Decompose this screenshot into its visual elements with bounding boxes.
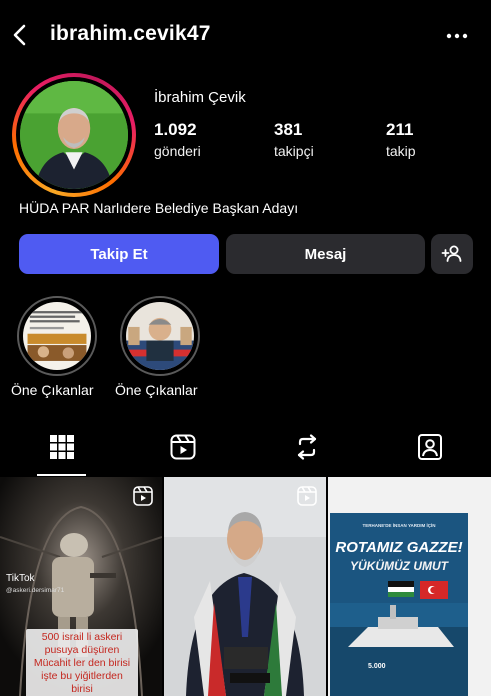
highlight-2[interactable]: Öne Çıkanlar: [115, 296, 200, 398]
highlight-1[interactable]: Öne Çıkanlar: [11, 296, 97, 398]
profile-avatar-story-ring[interactable]: [12, 73, 136, 197]
stat-followers[interactable]: 381 takipçi: [274, 120, 314, 159]
post-3-amount: 5.000: [368, 663, 386, 670]
suggest-user-button[interactable]: [431, 234, 473, 274]
stat-posts-label: gönderi: [154, 143, 201, 159]
post-3-headline-2: YÜKÜMÜZ UMUT: [350, 559, 448, 573]
post-3-small-headline: TERHANE'DE İNSAN YARDIM İÇİN: [362, 523, 436, 528]
message-button[interactable]: Mesaj: [226, 234, 425, 274]
tagged-icon[interactable]: [415, 432, 445, 462]
tiktok-watermark: TikTok: [6, 573, 35, 584]
avatar-photo: [20, 81, 128, 189]
stat-following-value: 211: [386, 120, 414, 139]
stat-followers-label: takipçi: [274, 143, 314, 159]
repost-icon[interactable]: [292, 432, 322, 462]
reels-icon[interactable]: [168, 432, 198, 462]
profile-display-name: İbrahim Çevik: [154, 89, 246, 106]
stat-posts-value: 1.092: [154, 120, 197, 139]
stat-following[interactable]: 211 takip: [386, 120, 416, 159]
reel-badge-icon: [133, 486, 153, 506]
highlight-2-cover: [126, 302, 194, 370]
post-thumbnail-3[interactable]: TERHANE'DE İNSAN YARDIM İÇİN ROTAMIZ GAZ…: [328, 477, 491, 696]
post-3-headline-1: ROTAMIZ GAZZE!: [335, 539, 463, 556]
back-arrow-icon[interactable]: [8, 20, 34, 50]
highlight-1-label: Öne Çıkanlar: [11, 382, 94, 398]
stat-following-label: takip: [386, 143, 416, 159]
post-2-image: [164, 477, 326, 696]
add-person-icon: [441, 245, 462, 262]
stat-followers-value: 381: [274, 120, 303, 139]
follow-button[interactable]: Takip Et: [19, 234, 219, 274]
active-tab-indicator: [37, 474, 86, 476]
more-options-icon[interactable]: [445, 24, 469, 48]
post-1-caption: 500 israil li askeri pusuya düşüren Müca…: [26, 629, 138, 696]
tiktok-username: @askeri.dersimar71: [6, 587, 65, 594]
post-thumbnail-2[interactable]: [164, 477, 326, 696]
profile-username: ibrahim.cevik47: [50, 22, 211, 45]
post-3-image: [328, 477, 491, 696]
grid-icon[interactable]: [47, 432, 77, 462]
reel-badge-icon: [297, 486, 317, 506]
highlight-2-label: Öne Çıkanlar: [115, 382, 198, 398]
highlight-1-cover: [23, 302, 91, 370]
post-thumbnail-1[interactable]: TikTok @askeri.dersimar71 500 israil li …: [0, 477, 162, 696]
stat-posts: 1.092 gönderi: [154, 120, 201, 159]
profile-avatar: [20, 81, 128, 189]
profile-bio: HÜDA PAR Narlıdere Belediye Başkan Adayı: [19, 200, 299, 216]
